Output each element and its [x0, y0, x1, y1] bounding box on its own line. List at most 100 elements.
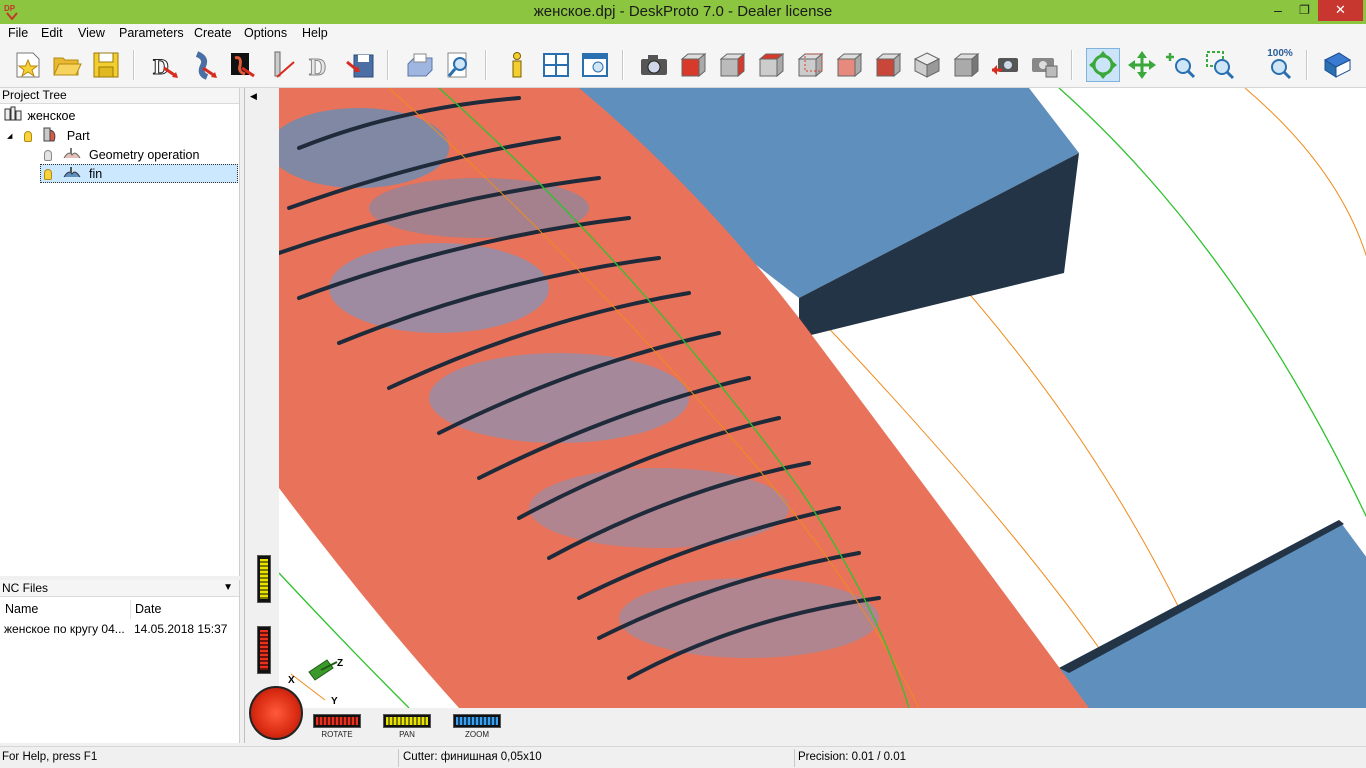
- table-row[interactable]: женское по кругу 04... 14.05.2018 15:37: [0, 620, 238, 639]
- window-title: женское.dpj - DeskProto 7.0 - Dealer lic…: [533, 3, 833, 20]
- status-separator: [398, 749, 399, 767]
- nc-file-name: женское по кругу 04...: [4, 622, 125, 636]
- rotate-mode-icon[interactable]: [1086, 48, 1120, 82]
- toolbar-separator: [485, 50, 487, 80]
- lightbulb-on-icon[interactable]: [23, 131, 32, 142]
- view-grey-icon[interactable]: [949, 48, 983, 82]
- view-left-icon[interactable]: [832, 48, 866, 82]
- menu-help[interactable]: Help: [302, 26, 328, 40]
- view-right-icon[interactable]: [715, 48, 749, 82]
- view-back-icon[interactable]: [793, 48, 827, 82]
- print-icon[interactable]: [402, 48, 436, 82]
- expander-icon[interactable]: ◢: [7, 133, 12, 140]
- toolpath-line: [1244, 88, 1366, 257]
- nc-files-panel: NC Files ▼ Name Date женское по кругу 04…: [0, 580, 240, 743]
- maximize-button[interactable]: ❐: [1291, 0, 1318, 21]
- dropdown-icon[interactable]: ▼: [223, 580, 233, 596]
- rotate-label: ROTATE: [321, 730, 353, 739]
- menu-options[interactable]: Options: [244, 26, 287, 40]
- pan-label: PAN: [399, 730, 415, 739]
- menu-file[interactable]: File: [8, 26, 28, 40]
- toolbar-separator: [133, 50, 135, 80]
- pan-slider[interactable]: [257, 555, 271, 603]
- status-bar: For Help, press F1 Cutter: финишная 0,05…: [0, 746, 1366, 768]
- zoom-wheel[interactable]: [453, 714, 501, 728]
- camera-icon[interactable]: [637, 48, 671, 82]
- tree-item-fin[interactable]: fin: [40, 164, 238, 183]
- lightbulb-on-icon[interactable]: [44, 169, 52, 181]
- bitmap-operation-icon[interactable]: [226, 48, 260, 82]
- 3d-viewport-panel: ◀ X Z Y ROTATE PAN ZOOM: [244, 88, 1366, 743]
- tree-item-label: женское: [27, 108, 76, 123]
- stock-block-bottom: [1059, 520, 1366, 708]
- rotate-slider[interactable]: [257, 626, 271, 674]
- tree-item-project[interactable]: женское: [4, 106, 75, 125]
- close-button[interactable]: ✕: [1318, 0, 1363, 21]
- vector-operation-icon[interactable]: [187, 48, 221, 82]
- pan-wheel[interactable]: [383, 714, 431, 728]
- camera-save-icon[interactable]: [1027, 48, 1061, 82]
- tree-item-label: fin: [88, 167, 103, 181]
- view-bottom-icon[interactable]: [871, 48, 905, 82]
- status-cutter: Cutter: финишная 0,05x10: [403, 751, 542, 763]
- column-header-name[interactable]: Name: [5, 600, 38, 619]
- layout-icon[interactable]: [539, 48, 573, 82]
- minimize-button[interactable]: –: [1265, 0, 1291, 21]
- axis-z-label: Z: [337, 658, 343, 669]
- title-bar: DP женское.dpj - DeskProto 7.0 - Dealer …: [0, 0, 1366, 24]
- rotate-wheel[interactable]: [313, 714, 361, 728]
- info-icon[interactable]: [500, 48, 534, 82]
- view-top-icon[interactable]: [754, 48, 788, 82]
- zoom-label: ZOOM: [465, 730, 489, 739]
- svg-text:D: D: [153, 54, 169, 79]
- part-render[interactable]: [279, 88, 1366, 708]
- toolbar-separator: [1306, 50, 1308, 80]
- status-precision: Precision: 0.01 / 0.01: [798, 751, 907, 763]
- project-root-icon: [4, 106, 22, 127]
- toolbar: D D 100%: [0, 44, 1366, 88]
- menu-create[interactable]: Create: [194, 26, 232, 40]
- tree-item-geometry-operation[interactable]: Geometry operation: [44, 146, 199, 165]
- 3d-scene[interactable]: X Z Y: [279, 88, 1366, 708]
- save-nc-icon[interactable]: [343, 48, 377, 82]
- menu-view[interactable]: View: [78, 26, 105, 40]
- open-project-icon[interactable]: [50, 48, 84, 82]
- tree-item-label: Part: [66, 128, 90, 143]
- wizard-icon[interactable]: D: [304, 48, 338, 82]
- column-header-date[interactable]: Date: [135, 600, 161, 619]
- nc-files-title: NC Files: [2, 581, 49, 595]
- tree-item-label: Geometry operation: [88, 148, 200, 162]
- cutter-icon[interactable]: [265, 48, 299, 82]
- view-iso-icon[interactable]: [910, 48, 944, 82]
- toolpath-line: [1058, 88, 1366, 518]
- menu-parameters[interactable]: Parameters: [119, 26, 184, 40]
- menu-edit[interactable]: Edit: [41, 26, 63, 40]
- part-icon: [41, 126, 59, 147]
- zoom-100-label: 100%: [1267, 48, 1293, 59]
- view-settings-icon[interactable]: [578, 48, 612, 82]
- zoom-mode-icon[interactable]: [1164, 48, 1198, 82]
- save-project-icon[interactable]: [89, 48, 123, 82]
- help-book-icon[interactable]: [1320, 48, 1354, 82]
- camera-restore-icon[interactable]: [988, 48, 1022, 82]
- collapse-arrow-icon[interactable]: ◀: [250, 91, 257, 102]
- status-help: For Help, press F1: [2, 751, 98, 763]
- toolbar-separator: [1071, 50, 1073, 80]
- nc-file-date: 14.05.2018 15:37: [134, 622, 228, 636]
- pan-mode-icon[interactable]: [1125, 48, 1159, 82]
- lightbulb-off-icon[interactable]: [44, 150, 52, 162]
- column-divider[interactable]: [130, 600, 131, 619]
- new-project-icon[interactable]: [11, 48, 45, 82]
- toolbar-separator: [387, 50, 389, 80]
- toolbar-separator: [622, 50, 624, 80]
- print-preview-icon[interactable]: [441, 48, 475, 82]
- rotate-dial[interactable]: [249, 686, 303, 740]
- view-front-icon[interactable]: [676, 48, 710, 82]
- nc-files-header: NC Files ▼: [0, 580, 239, 597]
- geometry-operation-icon[interactable]: D: [148, 48, 182, 82]
- tree-item-part[interactable]: ◢ Part: [7, 126, 90, 145]
- operation-icon: [63, 147, 81, 165]
- zoom-window-icon[interactable]: [1203, 48, 1237, 82]
- zoom-100-icon[interactable]: 100%: [1263, 48, 1297, 82]
- axis-y-label: Y: [331, 696, 338, 706]
